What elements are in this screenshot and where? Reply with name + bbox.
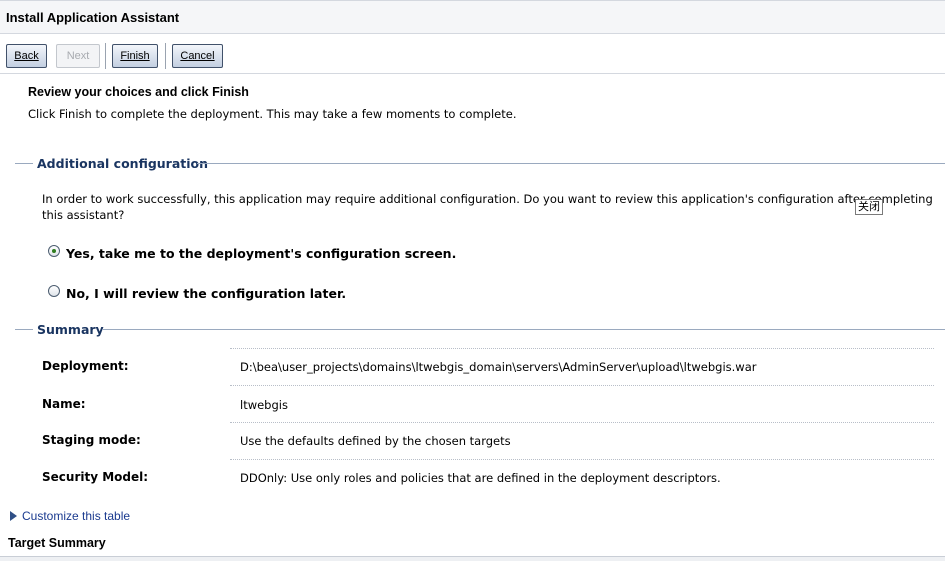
radio-no-label[interactable]: No, I will review the configuration late… bbox=[66, 286, 346, 301]
section-rule bbox=[15, 329, 33, 330]
review-heading: Review your choices and click Finish bbox=[28, 85, 249, 99]
review-instruction: Click Finish to complete the deployment.… bbox=[28, 107, 517, 121]
close-tooltip[interactable]: 关闭 bbox=[855, 199, 883, 215]
additional-config-title: Additional configuration bbox=[37, 156, 209, 171]
summary-label-staging-mode: Staging mode: bbox=[42, 433, 141, 447]
radio-yes-configure[interactable] bbox=[48, 245, 60, 257]
section-rule bbox=[102, 329, 945, 330]
radio-no-review-later[interactable] bbox=[48, 285, 60, 297]
toolbar-separator bbox=[165, 43, 166, 69]
customize-table-link[interactable]: Customize this table bbox=[22, 509, 130, 523]
target-summary-table-top bbox=[0, 556, 945, 561]
summary-row-divider bbox=[230, 385, 934, 386]
toolbar-separator bbox=[105, 43, 106, 69]
section-rule bbox=[15, 163, 33, 164]
summary-label-security-model: Security Model: bbox=[42, 470, 149, 484]
section-rule bbox=[197, 163, 945, 164]
summary-title: Summary bbox=[37, 322, 104, 337]
toolbar-divider bbox=[0, 73, 945, 74]
back-button[interactable]: Back bbox=[6, 44, 47, 68]
expand-arrow-icon[interactable] bbox=[10, 511, 17, 521]
summary-value-name: ltwebgis bbox=[240, 398, 288, 412]
summary-row-divider bbox=[230, 459, 934, 460]
summary-row-divider bbox=[230, 422, 934, 423]
summary-value-security-model: DDOnly: Use only roles and policies that… bbox=[240, 471, 721, 485]
finish-button[interactable]: Finish bbox=[112, 44, 158, 68]
page-title: Install Application Assistant bbox=[6, 10, 180, 25]
summary-label-name: Name: bbox=[42, 397, 86, 411]
next-button[interactable]: Next bbox=[56, 44, 100, 68]
additional-config-text: In order to work successfully, this appl… bbox=[42, 192, 933, 222]
summary-label-deployment: Deployment: bbox=[42, 359, 129, 373]
target-summary-heading: Target Summary bbox=[8, 536, 106, 550]
cancel-button[interactable]: Cancel bbox=[172, 44, 223, 68]
summary-value-deployment: D:\bea\user_projects\domains\ltwebgis_do… bbox=[240, 360, 757, 374]
radio-yes-label[interactable]: Yes, take me to the deployment's configu… bbox=[66, 246, 456, 261]
summary-row-divider bbox=[230, 348, 934, 349]
summary-value-staging-mode: Use the defaults defined by the chosen t… bbox=[240, 434, 511, 448]
